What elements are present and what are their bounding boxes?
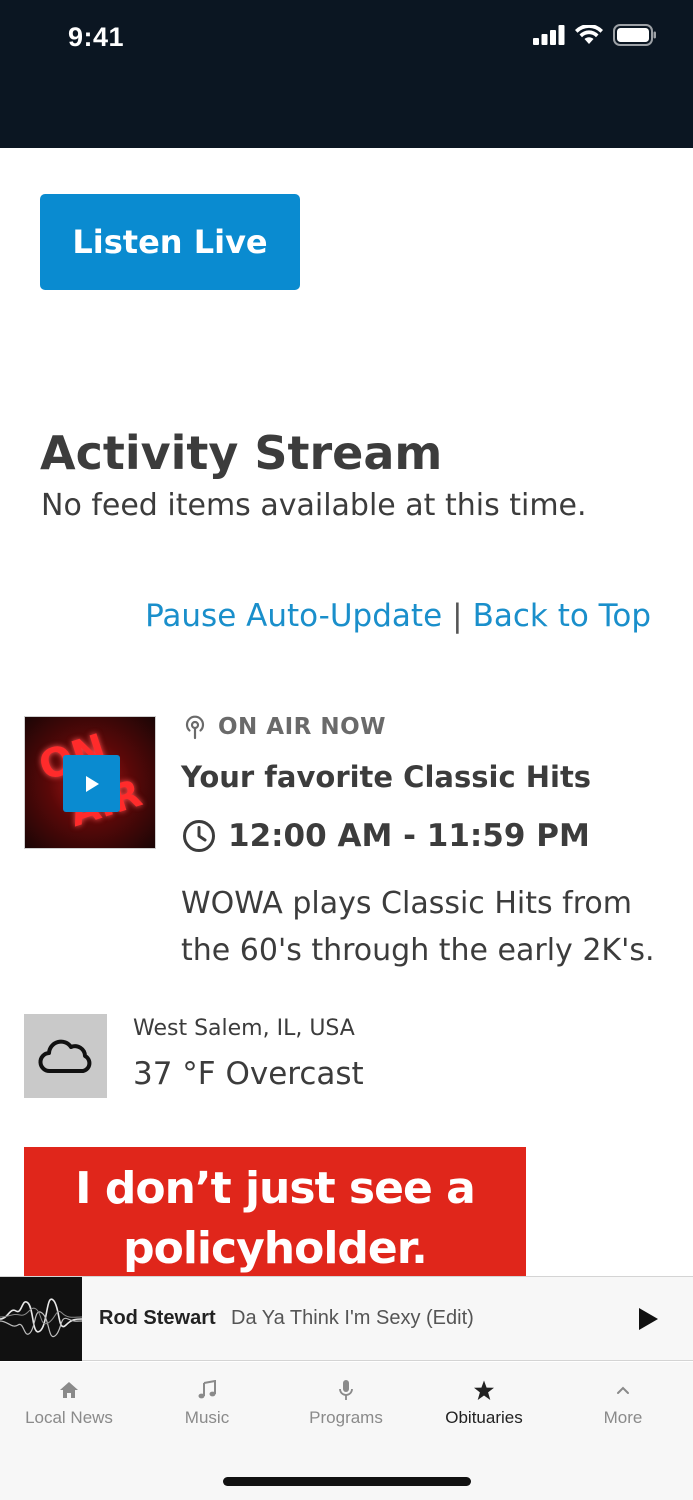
cloud-icon: [38, 1039, 91, 1073]
waveform-icon: [0, 1298, 82, 1338]
advertisement-banner[interactable]: I don’t just see a policyholder.: [24, 1147, 526, 1277]
signal-icon: [533, 25, 565, 45]
battery-icon: [613, 24, 656, 46]
on-air-time: 12:00 AM - 11:59 PM: [182, 818, 590, 854]
microphone-icon: [339, 1380, 353, 1400]
weather-icon-box: [24, 1014, 107, 1098]
music-note-icon: [198, 1380, 216, 1399]
play-icon: [639, 1308, 658, 1330]
play-icon: [85, 775, 99, 792]
status-bar: 9:41: [0, 0, 693, 148]
on-air-play-button[interactable]: [63, 755, 120, 812]
status-time: 9:41: [68, 22, 125, 52]
tab-music[interactable]: Music: [138, 1376, 276, 1428]
tab-label: Music: [184, 1408, 230, 1427]
feed-controls: Pause Auto-Update | Back to Top: [145, 598, 651, 634]
tab-label: Obituaries: [445, 1408, 523, 1427]
tab-label: Programs: [309, 1408, 383, 1427]
weather-condition: 37 °F Overcast: [133, 1056, 364, 1092]
pause-auto-update-link[interactable]: Pause Auto-Update: [145, 598, 442, 634]
broadcast-icon: [185, 715, 205, 740]
tab-local-news[interactable]: Local News: [0, 1376, 138, 1428]
ad-text: I don’t just see a policyholder.: [75, 1163, 476, 1274]
on-air-label-text: ON AIR NOW: [218, 714, 387, 740]
home-icon: [60, 1382, 78, 1398]
home-indicator[interactable]: [223, 1477, 471, 1486]
now-playing-play-button[interactable]: [633, 1304, 663, 1334]
on-air-label: ON AIR NOW: [182, 714, 386, 740]
on-air-time-text: 12:00 AM - 11:59 PM: [228, 818, 590, 854]
now-playing-title: Da Ya Think I'm Sexy (Edit): [231, 1307, 474, 1329]
tab-programs[interactable]: Programs: [277, 1376, 415, 1428]
tab-more[interactable]: More: [554, 1376, 692, 1428]
wifi-icon: [575, 25, 603, 44]
now-playing-artwork: [0, 1277, 82, 1361]
on-air-description: WOWA plays Classic Hits from the 60's th…: [181, 886, 655, 968]
link-separator: |: [452, 598, 463, 634]
tab-obituaries[interactable]: Obituaries: [415, 1376, 553, 1428]
weather-location: West Salem, IL, USA: [133, 1016, 355, 1041]
activity-stream-title: Activity Stream: [40, 426, 443, 480]
now-playing-artist: Rod Stewart: [99, 1307, 216, 1329]
on-air-show-title[interactable]: Your favorite Classic Hits: [181, 760, 591, 794]
back-to-top-link[interactable]: Back to Top: [473, 598, 651, 634]
now-playing-bar[interactable]: Rod Stewart Da Ya Think I'm Sexy (Edit): [0, 1276, 693, 1361]
chevron-up-icon: [617, 1386, 629, 1394]
status-icons: [533, 24, 657, 46]
star-icon: [474, 1380, 494, 1400]
activity-empty-message: No feed items available at this time.: [41, 488, 587, 523]
listen-live-button[interactable]: Listen Live: [40, 194, 300, 290]
clock-icon: [183, 820, 215, 852]
tab-label: More: [603, 1408, 643, 1427]
on-air-thumbnail[interactable]: ON AIR: [24, 716, 156, 849]
tab-label: Local News: [25, 1408, 113, 1427]
